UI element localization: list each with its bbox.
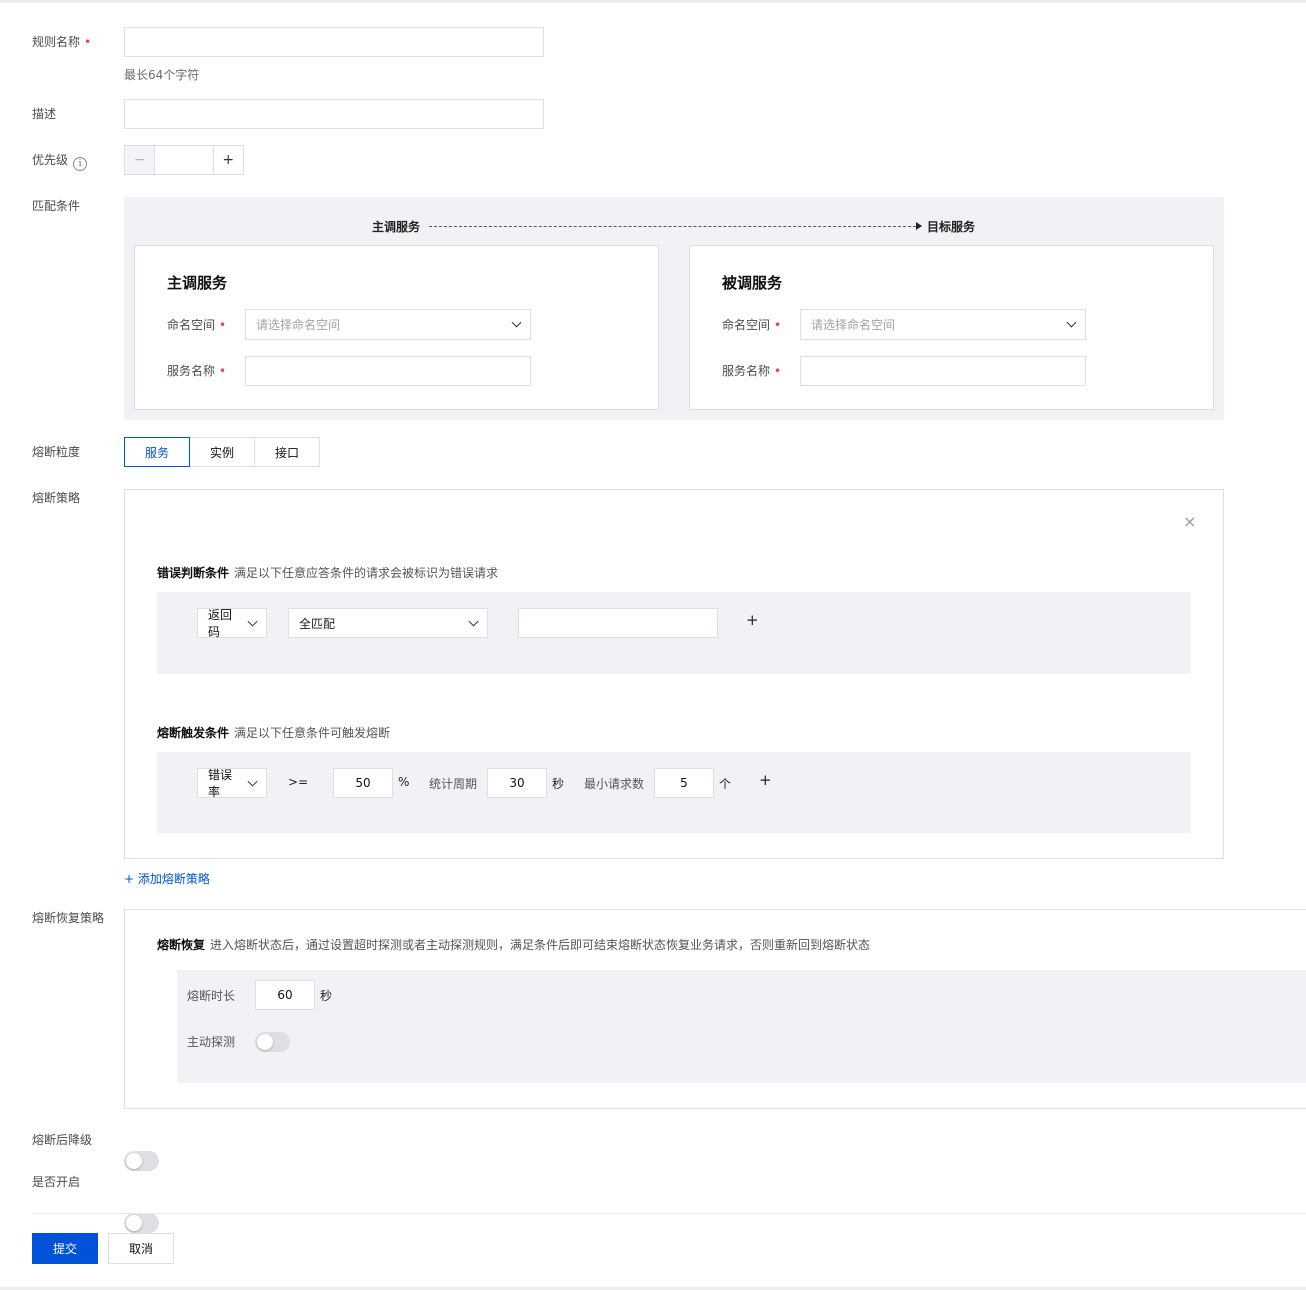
toggle-knob bbox=[257, 1034, 273, 1050]
rule-name-hint: 最长64个字符 bbox=[124, 68, 200, 82]
probe-label: 主动探测 bbox=[187, 1035, 236, 1049]
chevron-down-icon bbox=[247, 616, 258, 626]
min-requests-input[interactable]: 5 bbox=[654, 768, 714, 798]
footer-divider bbox=[32, 1213, 1306, 1214]
chevron-down-icon bbox=[247, 776, 258, 786]
flow-from-label: 主调服务 bbox=[372, 220, 421, 234]
priority-increment-button[interactable]: + bbox=[214, 146, 243, 174]
info-icon[interactable]: i bbox=[73, 157, 88, 171]
caller-namespace-label: 命名空间 • bbox=[167, 318, 227, 332]
trigger-condition-heading: 熔断触发条件 满足以下任意条件可触发熔断 bbox=[157, 726, 391, 740]
duration-label: 熔断时长 bbox=[187, 989, 236, 1003]
rule-name-label: 规则名称 • bbox=[32, 35, 92, 49]
degrade-label: 熔断后降级 bbox=[32, 1133, 93, 1147]
match-condition-label: 匹配条件 bbox=[32, 199, 81, 213]
probe-toggle[interactable] bbox=[255, 1032, 290, 1052]
granularity-label: 熔断粒度 bbox=[32, 445, 81, 459]
top-border bbox=[0, 0, 1306, 3]
toggle-knob bbox=[126, 1153, 142, 1169]
error-type-select[interactable]: 返回码 bbox=[197, 608, 267, 639]
error-rate-input[interactable]: 50 bbox=[333, 768, 393, 798]
enabled-label: 是否开启 bbox=[32, 1175, 81, 1189]
caller-namespace-select[interactable]: 请选择命名空间 bbox=[245, 309, 531, 340]
granularity-segmented: 服务 实例 接口 bbox=[124, 437, 320, 467]
flow-arrow-line bbox=[429, 226, 916, 227]
add-trigger-condition-button[interactable]: + bbox=[759, 771, 772, 789]
description-label: 描述 bbox=[32, 107, 57, 121]
trigger-operator: >= bbox=[288, 775, 309, 789]
priority-stepper[interactable]: − + bbox=[124, 145, 244, 175]
flow-arrow-icon bbox=[916, 222, 922, 230]
duration-input[interactable]: 60 bbox=[255, 980, 315, 1010]
caller-card-title: 主调服务 bbox=[167, 274, 228, 292]
enabled-toggle[interactable] bbox=[124, 1213, 159, 1233]
callee-service-label: 服务名称 • bbox=[722, 364, 782, 378]
trigger-type-select[interactable]: 错误率 bbox=[197, 768, 267, 799]
period-input[interactable]: 30 bbox=[487, 768, 547, 798]
strategy-label: 熔断策略 bbox=[32, 491, 81, 505]
callee-namespace-label: 命名空间 • bbox=[722, 318, 782, 332]
callee-card-title: 被调服务 bbox=[722, 274, 783, 292]
recovery-label: 熔断恢复策略 bbox=[32, 911, 105, 925]
chevron-down-icon bbox=[468, 616, 479, 626]
close-icon[interactable]: × bbox=[1183, 512, 1196, 531]
recovery-panel bbox=[177, 970, 1306, 1083]
callee-namespace-placeholder: 请选择命名空间 bbox=[811, 318, 896, 332]
add-strategy-link[interactable]: + 添加熔断策略 bbox=[124, 870, 210, 887]
error-value-input[interactable] bbox=[518, 608, 718, 638]
period-unit: 秒 bbox=[552, 777, 565, 791]
add-error-condition-button[interactable]: + bbox=[746, 611, 759, 629]
error-condition-desc: 满足以下任意应答条件的请求会被标识为错误请求 bbox=[234, 566, 499, 580]
priority-input[interactable] bbox=[154, 146, 214, 174]
duration-unit: 秒 bbox=[320, 989, 333, 1003]
error-match-value: 全匹配 bbox=[299, 616, 336, 631]
caller-namespace-placeholder: 请选择命名空间 bbox=[256, 318, 341, 332]
granularity-option-service[interactable]: 服务 bbox=[124, 437, 190, 467]
callee-namespace-select[interactable]: 请选择命名空间 bbox=[800, 309, 1086, 340]
chevron-down-icon bbox=[1066, 317, 1077, 328]
recovery-heading: 熔断恢复 进入熔断状态后，通过设置超时探测或者主动探测规则，满足条件后即可结束熔断… bbox=[157, 938, 871, 952]
caller-service-label: 服务名称 • bbox=[167, 364, 227, 378]
flow-to-label: 目标服务 bbox=[927, 220, 976, 234]
degrade-toggle[interactable] bbox=[124, 1151, 159, 1171]
min-requests-unit: 个 bbox=[719, 777, 732, 791]
recovery-desc: 进入熔断状态后，通过设置超时探测或者主动探测规则，满足条件后即可结束熔断状态恢复… bbox=[210, 938, 871, 952]
period-label: 统计周期 bbox=[429, 777, 478, 791]
callee-service-input[interactable] bbox=[800, 356, 1086, 386]
granularity-option-interface[interactable]: 接口 bbox=[254, 437, 320, 467]
granularity-option-instance[interactable]: 实例 bbox=[189, 437, 255, 467]
priority-label: 优先级 i bbox=[32, 152, 88, 171]
submit-button[interactable]: 提交 bbox=[32, 1233, 98, 1264]
error-condition-heading: 错误判断条件 满足以下任意应答条件的请求会被标识为错误请求 bbox=[157, 566, 499, 580]
error-rate-unit: % bbox=[398, 775, 410, 789]
caller-service-input[interactable] bbox=[245, 356, 531, 386]
trigger-condition-desc: 满足以下任意条件可触发熔断 bbox=[234, 726, 391, 740]
cancel-button[interactable]: 取消 bbox=[108, 1233, 174, 1264]
rule-name-input[interactable] bbox=[124, 27, 544, 57]
toggle-knob bbox=[126, 1215, 142, 1231]
min-requests-label: 最小请求数 bbox=[584, 777, 645, 791]
description-input[interactable] bbox=[124, 99, 544, 129]
error-match-select[interactable]: 全匹配 bbox=[288, 608, 488, 638]
chevron-down-icon bbox=[511, 317, 522, 328]
priority-decrement-button[interactable]: − bbox=[125, 146, 155, 174]
